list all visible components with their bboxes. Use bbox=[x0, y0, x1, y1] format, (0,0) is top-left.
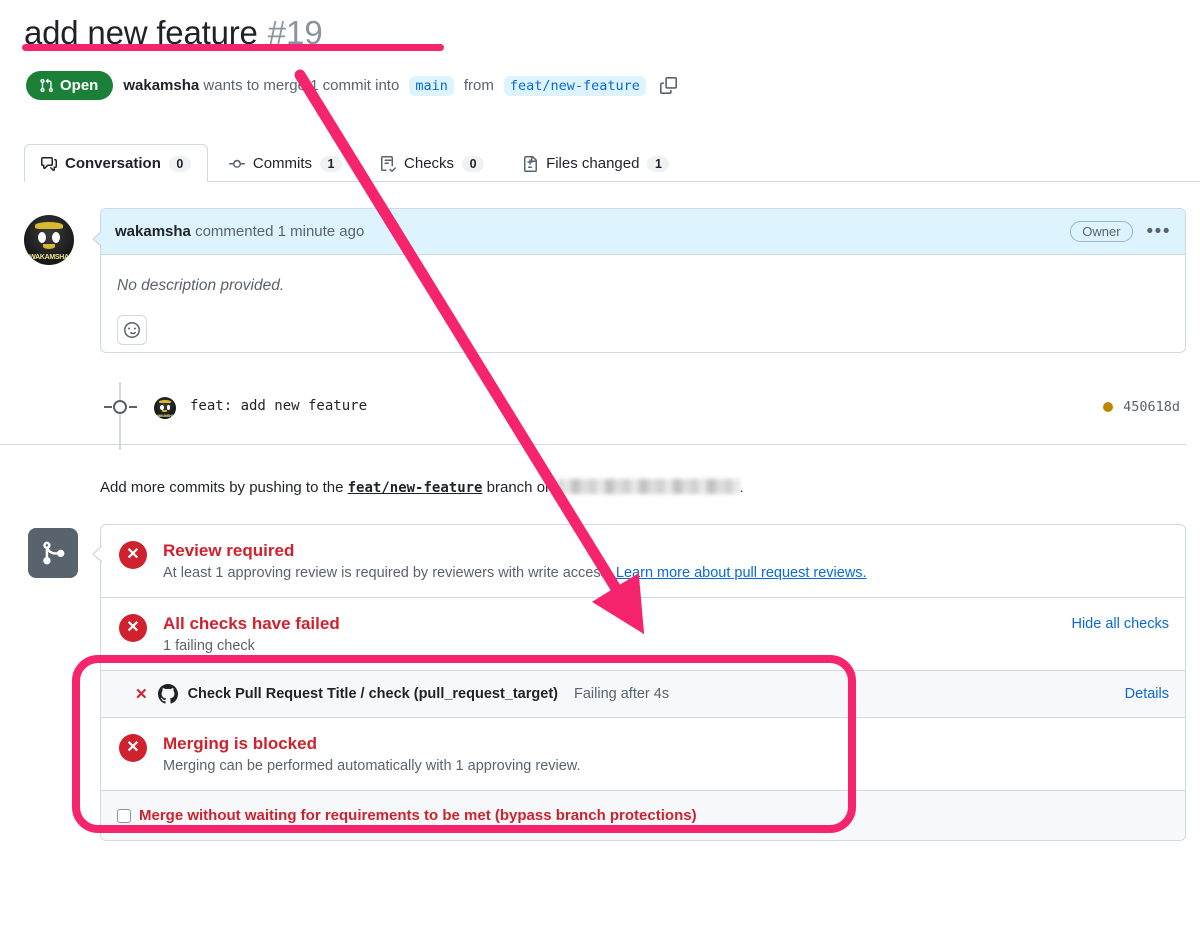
check-duration: Failing after 4s bbox=[573, 686, 670, 702]
merge-section-all-checks-failed: ✕ All checks have failed 1 failing check… bbox=[101, 597, 1185, 670]
tab-conversation[interactable]: Conversation 0 bbox=[24, 144, 208, 182]
bypass-checkbox[interactable] bbox=[117, 808, 131, 823]
pr-author: wakamsha bbox=[123, 77, 200, 94]
comment-action: commented bbox=[195, 223, 274, 240]
push-hint-suffix: . bbox=[739, 479, 744, 496]
bypass-protections-row: Merge without waiting for requirements t… bbox=[101, 790, 1185, 840]
status-badge-label: Open bbox=[60, 77, 99, 94]
merging-blocked-description: Merging can be performed automatically w… bbox=[163, 758, 581, 774]
commit-status-dot-icon[interactable] bbox=[1103, 402, 1114, 412]
x-circle-icon: ✕ bbox=[119, 541, 147, 569]
tab-files-changed[interactable]: Files changed 1 bbox=[505, 144, 686, 182]
tab-commits[interactable]: Commits 1 bbox=[212, 144, 359, 182]
comment-author[interactable]: wakamsha bbox=[115, 223, 191, 240]
review-required-text: At least 1 approving review is required … bbox=[163, 565, 612, 581]
avatar-name: WAKAMSHA bbox=[29, 254, 69, 261]
comment-callout-arrow-inner bbox=[94, 232, 102, 246]
bypass-checkbox-label[interactable]: Merge without waiting for requirements t… bbox=[139, 807, 697, 824]
timeline-separator bbox=[0, 444, 1186, 445]
commit-meta: 450618d bbox=[1103, 399, 1180, 415]
tab-checks[interactable]: Checks 0 bbox=[363, 144, 501, 182]
pr-meta-text: wakamsha wants to merge 1 commit into bbox=[123, 77, 399, 94]
comment-byline: wakamsha commented 1 minute ago bbox=[115, 223, 364, 240]
check-row: ✕ Check Pull Request Title / check (pull… bbox=[101, 670, 1185, 718]
github-mark-icon bbox=[157, 684, 178, 704]
redacted-repo-name bbox=[557, 479, 740, 494]
timeline-line bbox=[119, 382, 121, 450]
tab-checks-label: Checks bbox=[404, 155, 455, 172]
merge-section-merging-blocked: ✕ Merging is blocked Merging can be perf… bbox=[101, 718, 1185, 790]
checklist-icon bbox=[381, 155, 397, 172]
comment-card: wakamsha commented 1 minute ago Owner ••… bbox=[100, 208, 1186, 353]
commit-timeline-row: WAKAMSHA feat: add new feature 450618d bbox=[100, 382, 1186, 450]
comment-time: 1 minute ago bbox=[277, 223, 365, 240]
comment-discussion-icon bbox=[41, 156, 57, 171]
check-name[interactable]: Check Pull Request Title / check (pull_r… bbox=[188, 686, 558, 702]
pull-request-icon bbox=[40, 78, 54, 93]
pr-meta-from: from bbox=[463, 77, 494, 94]
pr-tabs: Conversation 0 Commits 1 Checks 0 Files … bbox=[24, 144, 1200, 182]
timeline-dash-left bbox=[104, 406, 112, 408]
git-commit-node-icon bbox=[113, 400, 127, 414]
comment-text: No description provided. bbox=[117, 277, 285, 294]
comment-header: wakamsha commented 1 minute ago Owner ••… bbox=[101, 209, 1185, 255]
tab-commits-count: 1 bbox=[320, 155, 343, 172]
review-required-heading: Review required bbox=[163, 541, 295, 560]
hide-all-checks-link[interactable]: Hide all checks bbox=[1071, 616, 1169, 632]
check-details-link[interactable]: Details bbox=[1125, 686, 1169, 702]
pr-meta-row: Open wakamsha wants to merge 1 commit in… bbox=[26, 71, 677, 100]
merging-blocked-heading: Merging is blocked bbox=[163, 734, 317, 753]
merge-section-review-required: ✕ Review required At least 1 approving r… bbox=[101, 525, 1185, 597]
head-branch-chip[interactable]: feat/new-feature bbox=[503, 75, 646, 96]
pr-meta-before: wants to merge 1 commit into bbox=[203, 77, 400, 94]
tab-checks-count: 0 bbox=[462, 155, 485, 172]
tab-files-changed-count: 1 bbox=[647, 155, 670, 172]
kebab-horizontal-icon[interactable]: ••• bbox=[1147, 222, 1171, 241]
commit-avatar[interactable]: WAKAMSHA bbox=[154, 397, 176, 419]
commit-message[interactable]: feat: add new feature bbox=[190, 398, 367, 414]
merge-callout-arrow-inner bbox=[94, 546, 103, 562]
timeline-dash-right bbox=[129, 406, 137, 408]
pr-title-text: add new feature bbox=[24, 14, 258, 51]
tab-conversation-label: Conversation bbox=[65, 155, 161, 172]
page-title: add new feature #19 bbox=[24, 14, 323, 52]
avatar[interactable]: WAKAMSHA bbox=[24, 215, 74, 265]
push-hint-middle: branch on bbox=[486, 479, 554, 496]
tab-files-changed-label: Files changed bbox=[546, 155, 640, 172]
learn-more-link[interactable]: Learn more about pull request reviews. bbox=[616, 565, 867, 581]
base-branch-chip[interactable]: main bbox=[409, 75, 454, 96]
pull-request-page: add new feature #19 Open wakamsha wants … bbox=[0, 0, 1200, 925]
commit-avatar-name: WAKAMSHA bbox=[156, 414, 174, 418]
push-hint-prefix: Add more commits by pushing to the bbox=[100, 479, 344, 496]
push-hint: Add more commits by pushing to the feat/… bbox=[100, 479, 744, 496]
push-hint-branch: feat/new-feature bbox=[347, 480, 483, 496]
failing-check-count: 1 failing check bbox=[163, 638, 255, 654]
x-circle-icon: ✕ bbox=[119, 734, 147, 762]
merge-status-card: ✕ Review required At least 1 approving r… bbox=[100, 524, 1186, 841]
copy-icon[interactable] bbox=[659, 77, 677, 94]
git-commit-icon bbox=[228, 159, 245, 168]
git-merge-icon bbox=[28, 528, 78, 578]
x-circle-icon: ✕ bbox=[119, 614, 147, 642]
smiley-icon[interactable] bbox=[117, 315, 147, 345]
file-diff-icon bbox=[524, 155, 538, 172]
commit-sha[interactable]: 450618d bbox=[1123, 399, 1180, 415]
all-checks-failed-heading: All checks have failed bbox=[163, 614, 340, 633]
review-required-description: At least 1 approving review is required … bbox=[163, 565, 1169, 581]
tab-conversation-count: 0 bbox=[168, 155, 191, 172]
status-badge: Open bbox=[26, 71, 114, 100]
comment-body: No description provided. bbox=[101, 255, 1185, 352]
pr-number: #19 bbox=[267, 14, 323, 51]
x-icon: ✕ bbox=[135, 686, 148, 703]
tab-commits-label: Commits bbox=[252, 155, 313, 172]
owner-badge: Owner bbox=[1070, 221, 1133, 242]
